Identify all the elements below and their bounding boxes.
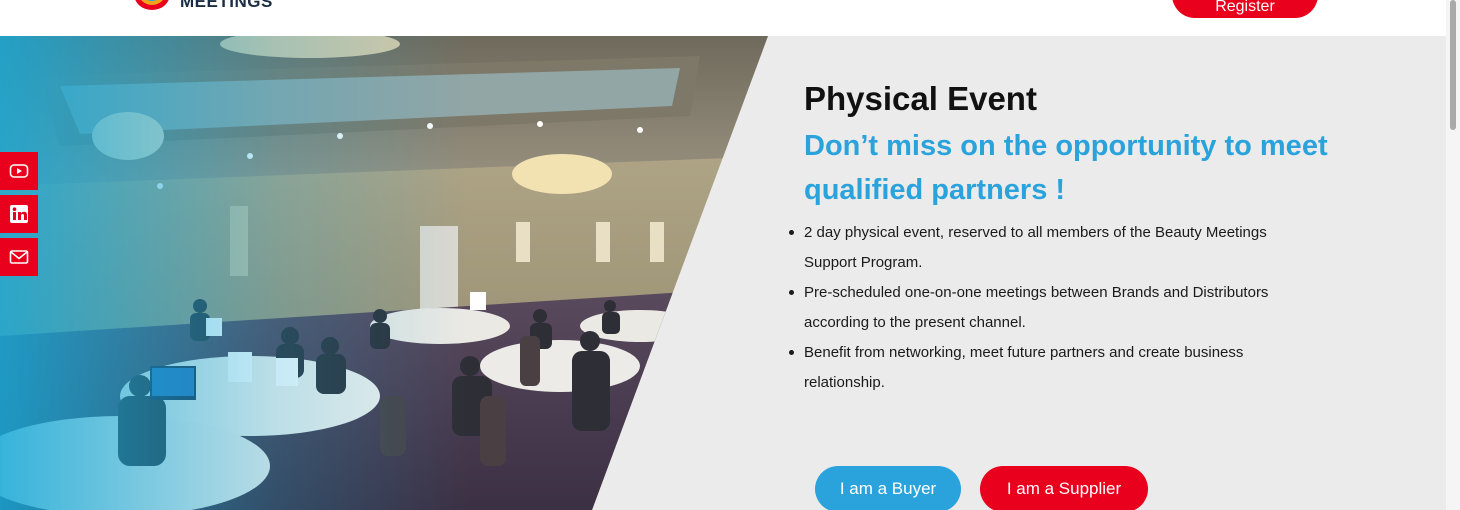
buyer-button[interactable]: I am a Buyer bbox=[815, 466, 961, 510]
supplier-button[interactable]: I am a Supplier bbox=[980, 466, 1148, 510]
mail-icon bbox=[9, 250, 29, 264]
feature-item: Benefit from networking, meet future par… bbox=[786, 338, 1286, 398]
youtube-link[interactable] bbox=[0, 152, 38, 190]
feature-item: Pre-scheduled one-on-one meetings betwee… bbox=[786, 278, 1286, 338]
event-photo bbox=[0, 36, 780, 510]
logo-icon[interactable] bbox=[132, 0, 172, 12]
linkedin-icon bbox=[10, 205, 28, 223]
linkedin-link[interactable] bbox=[0, 195, 38, 233]
logo-text[interactable]: MEETINGS bbox=[180, 0, 273, 12]
register-button[interactable]: Register bbox=[1172, 0, 1318, 18]
hero-section: Physical Event Don’t miss on the opportu… bbox=[0, 36, 1446, 510]
scrollbar-thumb[interactable] bbox=[1450, 0, 1456, 130]
site-header: MEETINGS Register bbox=[0, 0, 1446, 37]
email-link[interactable] bbox=[0, 238, 38, 276]
youtube-icon bbox=[9, 164, 29, 178]
feature-list: 2 day physical event, reserved to all me… bbox=[786, 218, 1286, 398]
page-scrollbar[interactable] bbox=[1446, 0, 1460, 510]
feature-item: 2 day physical event, reserved to all me… bbox=[786, 218, 1286, 278]
event-title: Physical Event bbox=[804, 80, 1037, 117]
event-subtitle: Don’t miss on the opportunity to meet qu… bbox=[804, 130, 1328, 206]
